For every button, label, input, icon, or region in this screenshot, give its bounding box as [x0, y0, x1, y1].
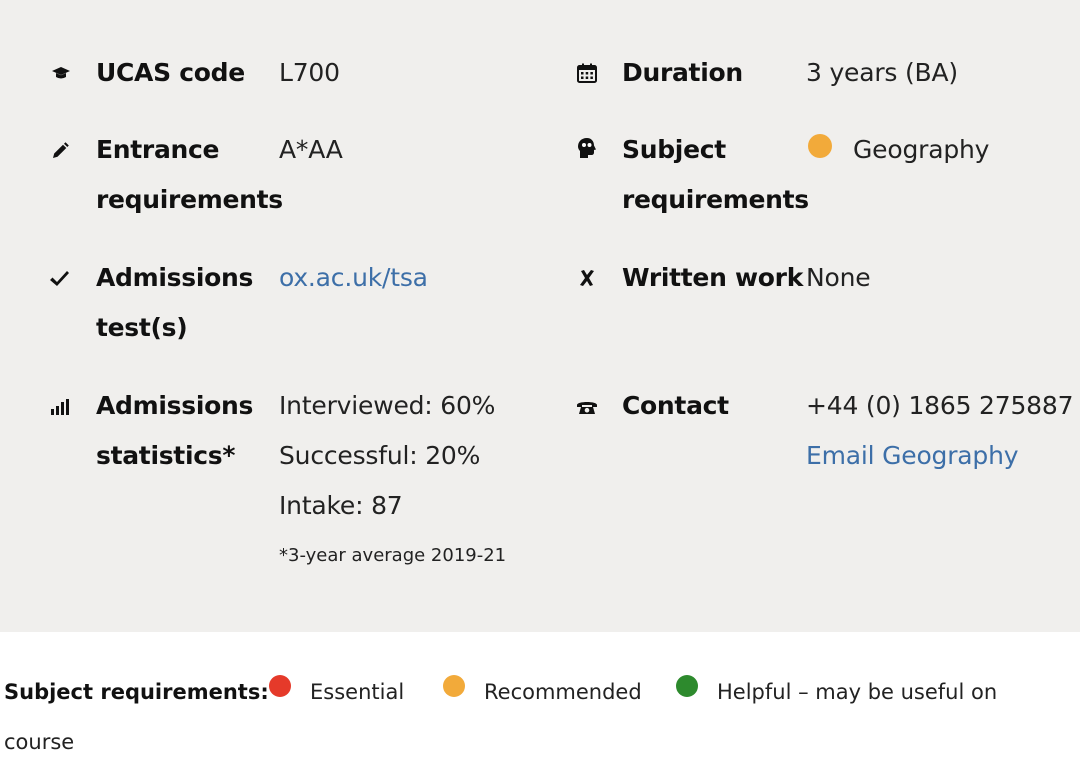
entrance-requirements-value: A*AA [279, 135, 343, 164]
check-icon [46, 266, 72, 292]
recommended-dot-icon [808, 134, 832, 158]
head-icon [575, 135, 599, 161]
stat-successful: Successful: 20% [279, 441, 481, 470]
legend-helpful-line2: course [4, 730, 75, 754]
calendar-icon [575, 61, 599, 85]
legend-recommended: Recommended [484, 680, 642, 704]
entrance-requirements-label-line1: Entrance [96, 135, 220, 164]
helpful-dot-icon [676, 675, 698, 697]
course-info-panel: UCAS code L700 Entrance requirements A*A… [0, 0, 1080, 632]
phone-icon [574, 396, 600, 418]
cross-icon [576, 266, 598, 290]
recommended-dot-icon [443, 675, 465, 697]
admissions-test-link[interactable]: ox.ac.uk/tsa [279, 253, 428, 303]
written-work-value: None [806, 263, 871, 292]
duration-value: 3 years (BA) [806, 58, 958, 87]
entrance-requirements-label-line2: requirements [96, 185, 283, 214]
contact-label: Contact [622, 391, 729, 420]
essential-dot-icon [269, 675, 291, 697]
admissions-statistics-label-line2: statistics* [96, 441, 236, 470]
email-geography-link[interactable]: Email Geography [806, 431, 1019, 481]
subject-requirements-value: Geography [853, 135, 990, 164]
subject-requirements-label-line1: Subject [622, 135, 726, 164]
written-work-label: Written work [622, 263, 804, 292]
duration-label: Duration [622, 58, 743, 87]
admissions-test-label-line1: Admissions [96, 263, 254, 292]
legend-title: Subject requirements: [4, 680, 269, 704]
stat-interviewed: Interviewed: 60% [279, 391, 496, 420]
stat-footnote: *3-year average 2019-21 [279, 545, 507, 566]
admissions-statistics-label-line1: Admissions [96, 391, 254, 420]
ucas-code-value: L700 [279, 58, 340, 87]
admissions-test-label-line2: test(s) [96, 313, 188, 342]
pencil-icon [48, 139, 72, 163]
ucas-code-label: UCAS code [96, 58, 245, 87]
contact-phone: +44 (0) 1865 275887 [806, 391, 1074, 420]
legend-essential: Essential [310, 680, 405, 704]
stat-intake: Intake: 87 [279, 491, 403, 520]
subject-requirements-label-line2: requirements [622, 185, 809, 214]
legend-helpful-line1: Helpful – may be useful on [717, 680, 998, 704]
bar-chart-icon [48, 396, 72, 418]
graduation-cap-icon [50, 62, 72, 84]
